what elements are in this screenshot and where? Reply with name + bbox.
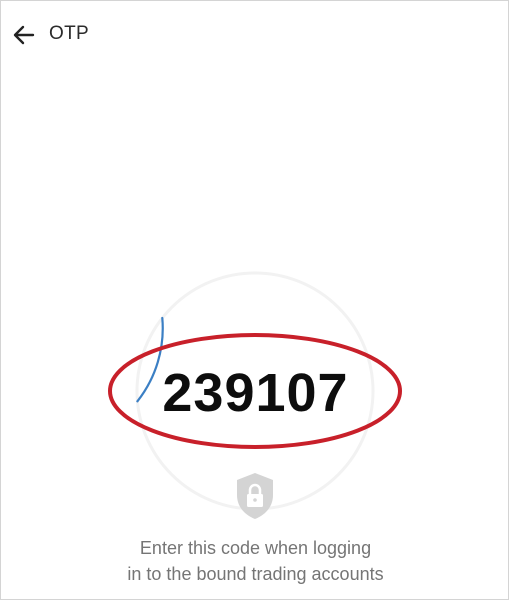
phone-screen: OTP 239107 Enter this code when logging … bbox=[0, 0, 509, 600]
shield-lock-icon bbox=[237, 473, 273, 519]
otp-instruction-line-1: Enter this code when logging bbox=[139, 538, 372, 558]
arrow-left-icon bbox=[13, 25, 35, 45]
page-title: OTP bbox=[49, 23, 89, 44]
app-bar: OTP bbox=[1, 1, 508, 65]
back-button[interactable] bbox=[9, 21, 39, 49]
otp-instruction-line-2: in to the bound trading accounts bbox=[127, 564, 384, 584]
otp-code: 239107 bbox=[162, 363, 349, 423]
otp-instruction: Enter this code when logging in to the b… bbox=[1, 535, 508, 587]
